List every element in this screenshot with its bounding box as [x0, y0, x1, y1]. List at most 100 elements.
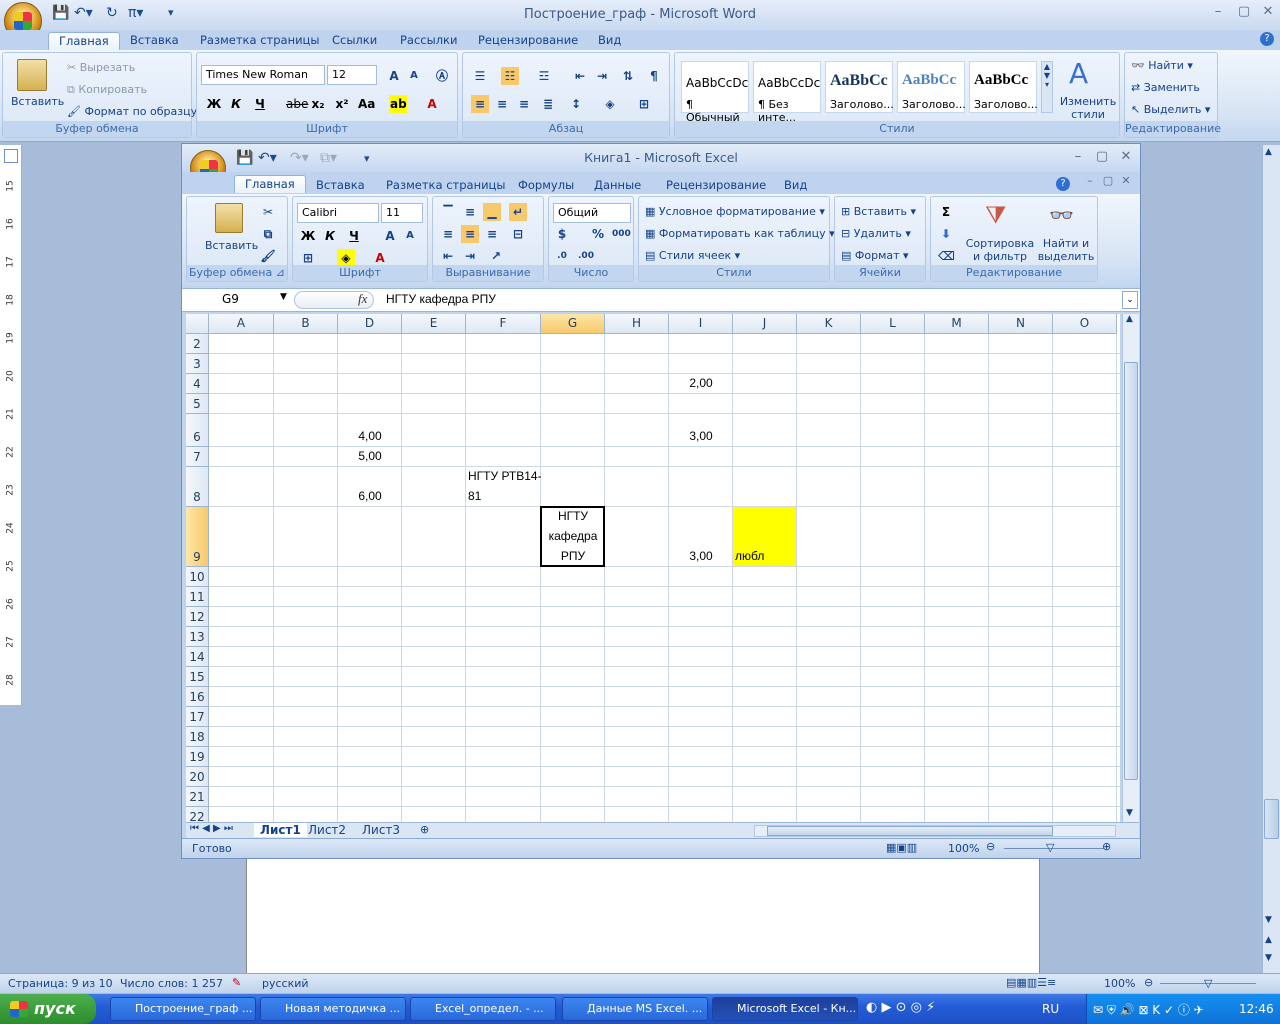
row-header[interactable]: 16: [186, 687, 209, 707]
wrap-text-icon[interactable]: ↵: [509, 203, 527, 221]
shading-icon[interactable]: ◈: [601, 95, 619, 113]
row-header[interactable]: 2: [186, 334, 209, 354]
cell-j9[interactable]: любл: [735, 549, 764, 563]
sort-filter-button[interactable]: Сортировка и фильтр: [965, 237, 1035, 263]
help-icon[interactable]: ?: [1260, 32, 1274, 46]
minimize-icon[interactable]: –: [1206, 4, 1230, 22]
merge-cells-icon[interactable]: ⊟: [509, 225, 527, 243]
insert-sheet-icon[interactable]: ⊕: [420, 823, 429, 836]
word-vertical-scrollbar[interactable]: ▲ ▼ ▲ ▼: [1262, 145, 1280, 973]
cut-button[interactable]: ✂ Вырезать: [67, 61, 135, 74]
italic-button[interactable]: К: [227, 95, 245, 113]
increase-decimal-icon[interactable]: .0: [553, 247, 571, 265]
excel-scroll-up-icon[interactable]: ▲: [1126, 314, 1133, 324]
row-header[interactable]: 12: [186, 607, 209, 627]
column-header-g[interactable]: G: [541, 314, 605, 334]
clear-format-icon[interactable]: Ⓐ: [433, 67, 451, 85]
row-header[interactable]: 8: [186, 467, 209, 507]
excel-scroll-down-icon[interactable]: ▼: [1126, 808, 1133, 818]
language[interactable]: русский: [262, 977, 309, 990]
excel-tab-home[interactable]: Главная: [234, 175, 306, 193]
cell-d7[interactable]: 5,00: [338, 449, 402, 463]
excel-doc-close-icon[interactable]: ✕: [1114, 174, 1138, 192]
sheet-tab-2[interactable]: Лист2: [308, 823, 346, 837]
zoom-thumb-icon[interactable]: ▽: [1204, 977, 1212, 990]
format-as-table-button[interactable]: ▦ Форматировать как таблицу ▾: [645, 227, 835, 240]
excel-zoom-in-icon[interactable]: ⊕: [1102, 840, 1111, 853]
sheet-tab-1[interactable]: Лист1: [254, 823, 307, 837]
spellcheck-icon[interactable]: ✎: [232, 976, 241, 989]
change-styles-button[interactable]: Изменить стили: [1059, 95, 1117, 121]
row-header[interactable]: 18: [186, 727, 209, 747]
excel-format-painter-icon[interactable]: 🖌: [259, 247, 277, 265]
row-header[interactable]: 15: [186, 667, 209, 687]
word-tab-references[interactable]: Ссылки: [322, 32, 387, 50]
align-middle-icon[interactable]: ≡: [461, 203, 479, 221]
column-header-b[interactable]: B: [274, 314, 338, 334]
page-count[interactable]: Страница: 9 из 10: [8, 977, 113, 990]
cell-f8a[interactable]: НГТУ РТВ14-: [468, 469, 542, 483]
formula-input[interactable]: НГТУ кафедра РПУ: [386, 292, 496, 306]
excel-paste-button[interactable]: Вставить: [205, 239, 258, 252]
row-header[interactable]: 10: [186, 567, 209, 587]
excel-shrink-font-icon[interactable]: A: [401, 227, 419, 245]
copy-button[interactable]: ⧉ Копировать: [67, 83, 147, 97]
spreadsheet-grid[interactable]: A B D E F G H I J K L M N O 2 3 4 5 6 7 8 9 10 11 12 13 14 15 16 17 18…: [186, 314, 1120, 822]
excel-underline-button[interactable]: Ч: [345, 227, 363, 245]
autosum-icon[interactable]: Σ: [937, 203, 955, 221]
excel-paste-icon[interactable]: [215, 203, 243, 233]
cell-g9b[interactable]: кафедра: [541, 529, 605, 543]
cell-d8[interactable]: 6,00: [338, 489, 402, 503]
superscript-icon[interactable]: x²: [333, 95, 351, 113]
tray-icons[interactable]: ✉ ⛨ 🔊 ⊠ K ✓ ⓘ ✈: [1093, 1001, 1204, 1018]
row-header[interactable]: 7: [186, 447, 209, 467]
cell-g9a[interactable]: НГТУ: [541, 509, 605, 523]
align-bottom-icon[interactable]: ▁: [483, 203, 501, 221]
excel-tab-layout[interactable]: Разметка страницы: [376, 177, 515, 195]
styles-scroll-icon[interactable]: ▲ ▼ ▾: [1041, 61, 1053, 113]
next-page-icon[interactable]: ▼: [1265, 953, 1272, 963]
excel-minimize-icon[interactable]: –: [1066, 149, 1090, 167]
find-select-button[interactable]: Найти и выделить: [1035, 237, 1097, 263]
scroll-thumb[interactable]: [1264, 799, 1279, 839]
column-header-h[interactable]: H: [605, 314, 669, 334]
excel-tab-view[interactable]: Вид: [774, 177, 817, 195]
paste-icon[interactable]: [17, 59, 47, 91]
column-header-d[interactable]: D: [338, 314, 402, 334]
prev-page-icon[interactable]: ▲: [1265, 935, 1272, 945]
row-header[interactable]: 6: [186, 414, 209, 447]
excel-tab-review[interactable]: Рецензирование: [656, 177, 776, 195]
multilevel-icon[interactable]: ☲: [535, 67, 553, 85]
pilcrow-icon[interactable]: ¶: [645, 67, 663, 85]
select-all-corner[interactable]: [186, 314, 209, 334]
excel-font-name-combo[interactable]: Calibri: [297, 203, 379, 223]
word-tab-layout[interactable]: Разметка страницы: [190, 32, 329, 50]
excel-font-size-combo[interactable]: 11: [381, 203, 423, 223]
excel-hscroll-thumb[interactable]: [767, 826, 1053, 836]
language-indicator[interactable]: RU: [1042, 1002, 1059, 1016]
cell-i6[interactable]: 3,00: [669, 429, 733, 443]
word-tab-mailings[interactable]: Рассылки: [390, 32, 467, 50]
cell-styles-button[interactable]: ▤ Стили ячеек ▾: [645, 249, 740, 262]
column-header-m[interactable]: M: [925, 314, 989, 334]
highlight-icon[interactable]: ab: [389, 95, 407, 113]
excel-help-icon[interactable]: ?: [1056, 177, 1070, 191]
excel-increase-indent-icon[interactable]: ⇥: [461, 247, 479, 265]
excel-tab-formulas[interactable]: Формулы: [508, 177, 584, 195]
find-select-icon[interactable]: 👓: [1049, 203, 1074, 227]
excel-cut-icon[interactable]: ✂: [259, 203, 277, 221]
excel-italic-button[interactable]: К: [321, 227, 339, 245]
word-tab-home[interactable]: Главная: [48, 32, 120, 50]
excel-align-center-icon[interactable]: ≡: [461, 225, 479, 243]
find-button[interactable]: 👓 Найти ▾: [1131, 59, 1193, 72]
taskbar-item-word3[interactable]: Excel_определ. - ...: [410, 997, 556, 1021]
row-header[interactable]: 21: [186, 787, 209, 807]
excel-close-icon[interactable]: ✕: [1114, 149, 1138, 167]
excel-align-right-icon[interactable]: ≡: [483, 225, 501, 243]
cell-d6[interactable]: 4,00: [338, 429, 402, 443]
percent-icon[interactable]: %: [589, 225, 607, 243]
currency-icon[interactable]: $: [553, 225, 571, 243]
excel-scroll-thumb[interactable]: [1124, 362, 1138, 780]
change-styles-icon[interactable]: A: [1069, 57, 1088, 90]
style-normal[interactable]: AaBbCcDc ¶ Обычный: [681, 61, 749, 124]
